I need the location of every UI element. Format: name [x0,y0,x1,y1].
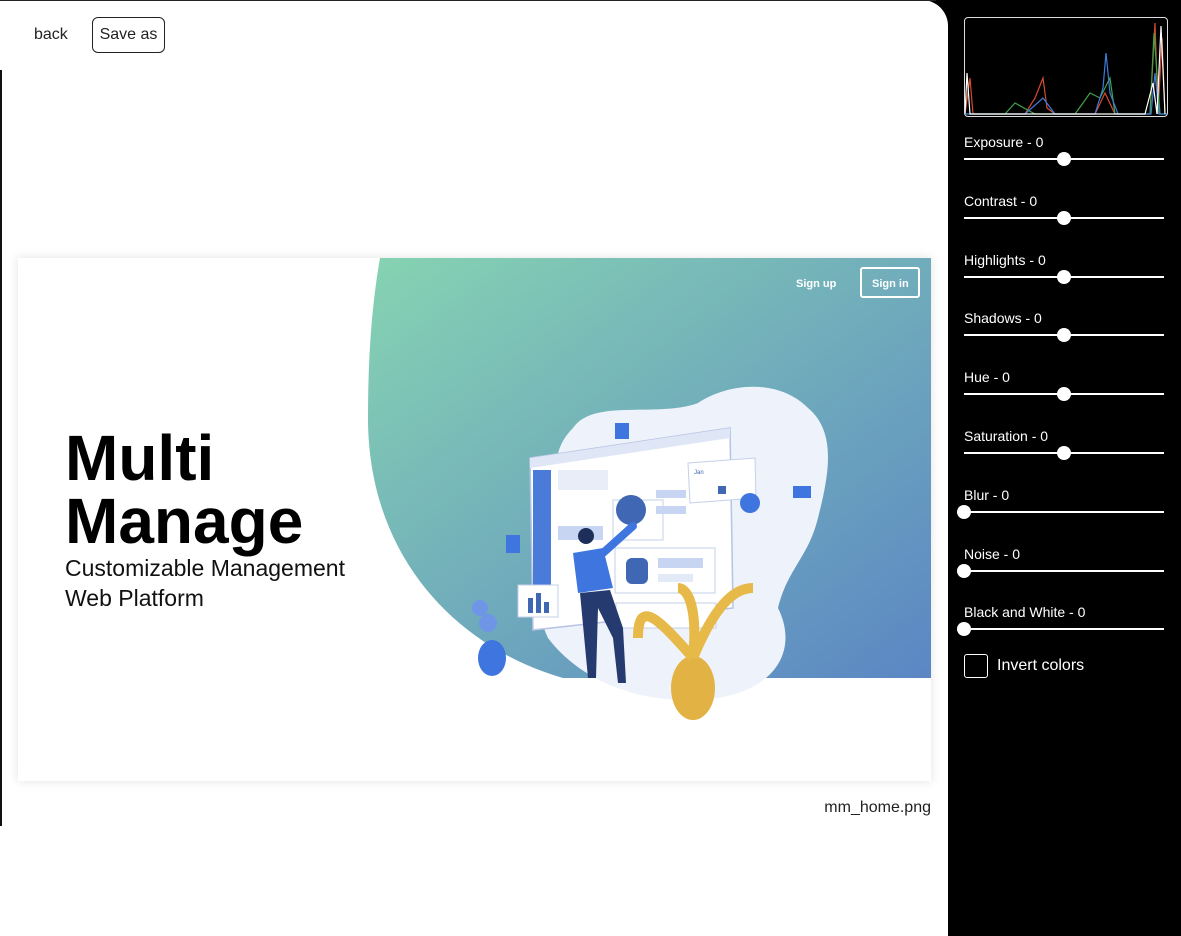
exposure-slider-thumb[interactable] [1057,152,1071,166]
highlights-slider-thumb[interactable] [1057,270,1071,284]
noise-slider-track[interactable] [964,570,1164,572]
contrast-slider-thumb[interactable] [1057,211,1071,225]
image-subtitle-line1: Customizable Management [65,555,346,581]
save-as-button[interactable]: Save as [92,17,165,53]
adjust-exposure: Exposure - 0 [964,134,1164,166]
image-signin-text: Sign in [872,278,909,290]
black-and-white-slider-track[interactable] [964,628,1164,630]
shadows-slider-thumb[interactable] [1057,328,1071,342]
black-and-white-slider-thumb[interactable] [957,622,971,636]
histogram-chart [965,22,1167,115]
back-button[interactable]: back [24,18,78,52]
adjust-contrast: Contrast - 0 [964,193,1164,225]
adjust-blur: Blur - 0 [957,487,1164,519]
image-title-line1: Multi [65,422,214,494]
adjust-label: Black and White - 0 [964,604,1086,620]
adjust-label: Contrast - 0 [964,193,1038,209]
adjustments-panel: Exposure - 0 Contrast - 0 Highlights - 0… [948,0,1181,936]
adjust-label: Saturation - 0 [964,428,1049,444]
invert-colors-label: Invert colors [997,657,1085,674]
adjust-label: Blur - 0 [964,487,1010,503]
invert-colors-checkbox[interactable] [964,654,988,678]
saturation-slider-thumb[interactable] [1057,446,1071,460]
blur-slider-thumb[interactable] [957,505,971,519]
adjust-label: Noise - 0 [964,546,1021,562]
adjust-saturation: Saturation - 0 [964,428,1164,460]
adjust-label: Hue - 0 [964,369,1010,385]
left-border [0,70,2,826]
adjust-black-and-white: Black and White - 0 [957,604,1164,636]
adjust-hue: Hue - 0 [964,369,1164,401]
adjust-label: Exposure - 0 [964,134,1044,150]
image-subtitle-line2: Web Platform [65,585,204,611]
adjust-highlights: Highlights - 0 [964,252,1164,284]
adjust-label: Highlights - 0 [964,252,1046,268]
editor-main: back Save as Multi Manage Customizable M… [0,0,948,936]
image-mini-card-label: Jan [694,470,704,476]
adjust-label: Shadows - 0 [964,310,1042,326]
image-signup-text: Sign up [796,278,837,290]
invert-colors-option[interactable]: Invert colors [964,654,1084,678]
image-title-line2: Manage [65,485,303,557]
top-border [0,0,936,1]
file-name-label: mm_home.png [824,799,931,816]
image-preview: Multi Manage Customizable Management Web… [18,258,931,781]
histogram-icon [964,17,1168,117]
adjust-noise: Noise - 0 [957,546,1164,578]
noise-slider-thumb[interactable] [957,564,971,578]
adjust-shadows: Shadows - 0 [964,310,1164,342]
blur-slider-track[interactable] [964,511,1164,513]
hue-slider-thumb[interactable] [1057,387,1071,401]
preview-image: Multi Manage Customizable Management Web… [18,258,931,781]
